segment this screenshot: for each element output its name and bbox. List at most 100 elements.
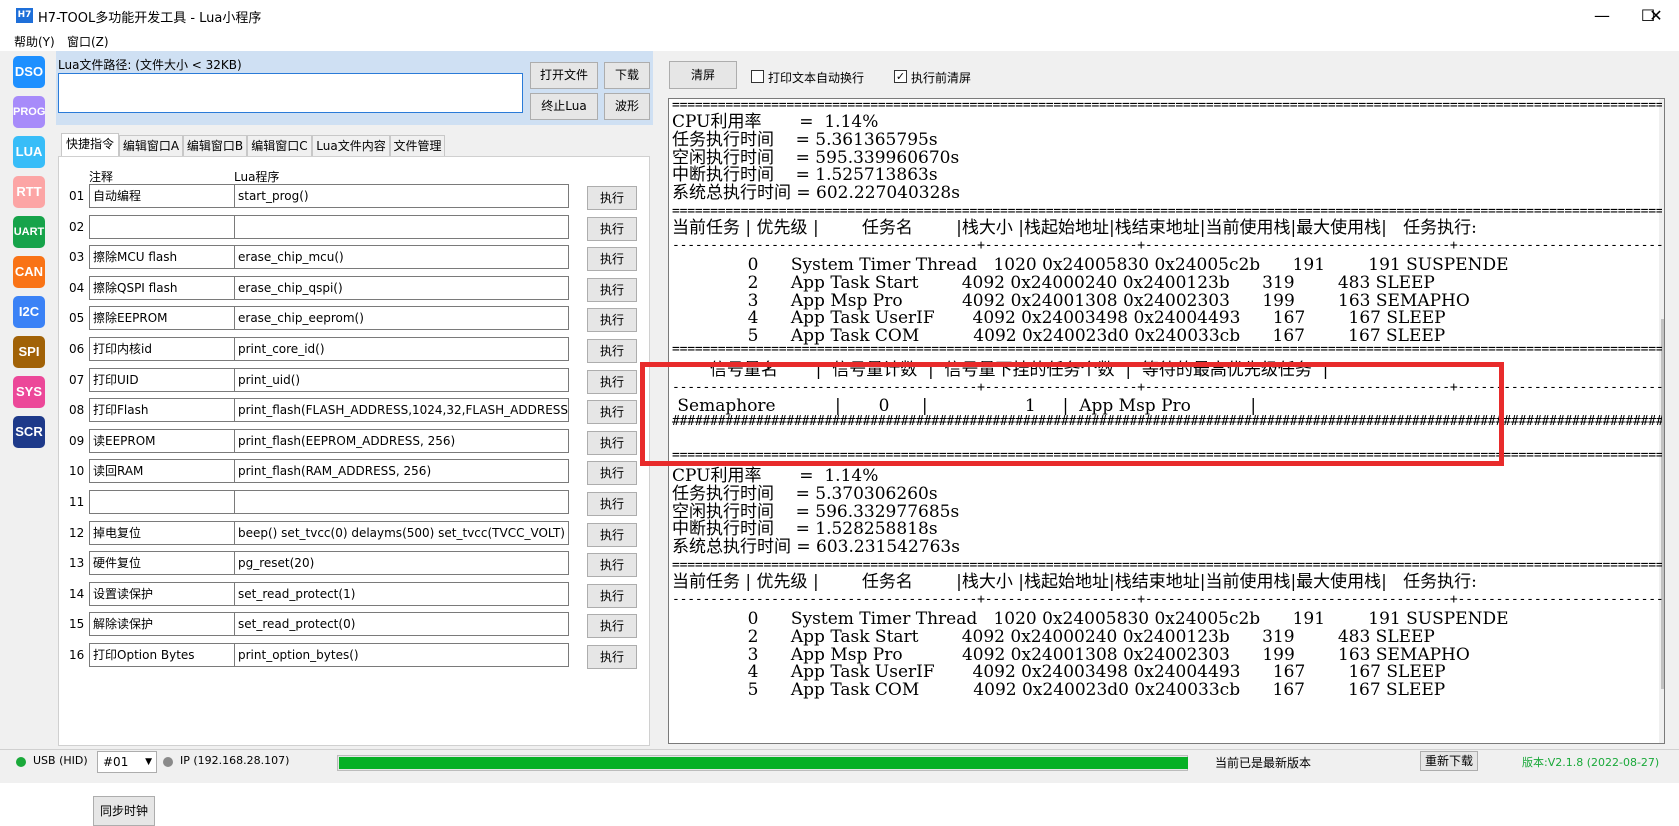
console-line: Semaphore | 0 | 1 | App Msp Pro | xyxy=(672,396,1257,416)
minimize-button[interactable]: — xyxy=(1579,0,1625,31)
command-note-field[interactable]: 解除读保护 xyxy=(89,612,239,637)
command-program-field[interactable]: print_option_bytes() xyxy=(234,643,569,667)
command-program-field[interactable]: print_flash(EEPROM_ADDRESS, 256) xyxy=(234,428,569,453)
command-program-field[interactable]: erase_chip_mcu() xyxy=(234,245,569,270)
command-note-field[interactable]: 自动编程 xyxy=(89,184,239,208)
execute-button[interactable]: 执行 xyxy=(587,339,637,363)
command-note-field[interactable]: 打印Option Bytes xyxy=(89,643,239,667)
command-program-field[interactable]: beep() set_tvcc(0) delayms(500) set_tvcc… xyxy=(234,520,569,545)
sidebar-scr-button[interactable]: SCR xyxy=(13,416,45,448)
console-line: 2 App Task Start 4092 0x24000240 0x24001… xyxy=(672,626,1435,647)
console-separator: ########################################… xyxy=(672,415,1662,428)
stop-lua-button[interactable]: 终止Lua xyxy=(530,93,598,120)
clear-screen-button[interactable]: 清屏 xyxy=(669,61,737,89)
command-note-field[interactable]: 读EEPROM xyxy=(89,428,239,453)
execute-button[interactable]: 执行 xyxy=(587,369,637,394)
command-note-field[interactable]: 打印UID xyxy=(89,367,239,392)
command-program-field[interactable]: print_flash(FLASH_ADDRESS,1024,32,FLASH_… xyxy=(234,398,569,423)
execute-button[interactable]: 执行 xyxy=(587,277,637,302)
console-separator: ----------------------------------------… xyxy=(672,593,1662,606)
download-progress-bar xyxy=(337,755,1188,771)
command-number: 08 xyxy=(69,403,85,418)
download-button[interactable]: 下载 xyxy=(604,62,650,89)
command-number: 16 xyxy=(69,648,85,662)
execute-button[interactable]: 执行 xyxy=(587,400,637,425)
waveform-button[interactable]: 波形 xyxy=(604,93,650,120)
command-program-field[interactable]: print_uid() xyxy=(234,367,569,392)
execute-button[interactable]: 执行 xyxy=(587,216,637,241)
progress-fill xyxy=(339,757,1188,769)
command-program-field[interactable] xyxy=(234,214,569,239)
command-program-field[interactable]: print_core_id() xyxy=(234,337,569,361)
command-program-field[interactable]: print_flash(RAM_ADDRESS, 256) xyxy=(234,459,569,484)
sidebar-rtt-button[interactable]: RTT xyxy=(13,176,45,208)
execute-button[interactable]: 执行 xyxy=(587,247,637,272)
menu-bar: 帮助(Y) 窗口(Z) xyxy=(0,31,1679,51)
open-file-button[interactable]: 打开文件 xyxy=(530,62,598,89)
console-output[interactable]: ========================================… xyxy=(668,98,1665,744)
redownload-button[interactable]: 重新下载 xyxy=(1420,751,1478,771)
command-note-field[interactable]: 擦除QSPI flash xyxy=(89,275,239,300)
title-bar: H7 H7-TOOL多功能开发工具 - Lua小程序 — ☐ ✕ xyxy=(0,0,1679,31)
command-program-field[interactable]: pg_reset(20) xyxy=(234,551,569,576)
execute-button[interactable]: 执行 xyxy=(587,308,637,333)
sidebar-can-button[interactable]: CAN xyxy=(13,256,45,288)
tab-editor-b[interactable]: 编辑窗口B xyxy=(183,135,247,157)
sidebar-i2c-button[interactable]: I2C xyxy=(13,296,45,328)
command-program-field[interactable]: erase_chip_eeprom() xyxy=(234,306,569,331)
command-program-field[interactable]: start_prog() xyxy=(234,184,569,208)
command-note-field[interactable]: 掉电复位 xyxy=(89,520,239,545)
execute-button[interactable]: 执行 xyxy=(587,492,637,516)
command-program-field[interactable]: set_read_protect(1) xyxy=(234,581,569,606)
command-program-field[interactable]: erase_chip_qspi() xyxy=(234,275,569,300)
command-number: 11 xyxy=(69,495,85,509)
execute-button[interactable]: 执行 xyxy=(587,553,637,578)
execute-button[interactable]: 执行 xyxy=(587,430,637,455)
console-line: 当前任务 | 优先级 | 任务名 |栈大小 |栈起始地址|栈结束地址|当前使用栈… xyxy=(672,218,1477,238)
execute-button[interactable]: 执行 xyxy=(587,461,637,486)
usb-status: USB (HID) xyxy=(33,754,88,767)
command-note-field[interactable]: 擦除MCU flash xyxy=(89,245,239,270)
command-program-field[interactable]: set_read_protect(0) xyxy=(234,612,569,637)
sync-clock-button[interactable]: 同步时钟 xyxy=(93,796,155,826)
sidebar-lua-button[interactable]: LUA xyxy=(13,136,45,168)
command-program-field[interactable] xyxy=(234,490,569,514)
execute-button[interactable]: 执行 xyxy=(587,186,637,210)
device-select[interactable]: #01 ▼ xyxy=(97,751,157,773)
command-note-field[interactable] xyxy=(89,490,239,514)
command-note-field[interactable]: 打印内核id xyxy=(89,337,239,361)
clear-before-checkbox[interactable]: ✓ xyxy=(894,70,907,83)
auto-wrap-checkbox[interactable] xyxy=(751,70,764,83)
sidebar-sys-button[interactable]: SYS xyxy=(13,376,45,408)
lua-path-label: Lua文件路径: (文件大小 < 32KB) xyxy=(58,58,242,72)
close-button[interactable]: ✕ xyxy=(1633,0,1679,31)
console-line: 信号量名 | 信号量计数 | 信号量下挂的任务个数 | 等待的最高优先级任务 | xyxy=(672,360,1329,380)
command-note-field[interactable]: 设置读保护 xyxy=(89,581,239,606)
command-note-field[interactable]: 打印Flash xyxy=(89,398,239,423)
sidebar-uart-button[interactable]: UART xyxy=(13,216,45,248)
lua-path-input[interactable] xyxy=(58,73,523,113)
execute-button[interactable]: 执行 xyxy=(587,614,637,639)
menu-window[interactable]: 窗口(Z) xyxy=(67,33,109,50)
execute-button[interactable]: 执行 xyxy=(587,522,637,547)
execute-button[interactable]: 执行 xyxy=(587,645,637,669)
app-window: H7 H7-TOOL多功能开发工具 - Lua小程序 — ☐ ✕ 帮助(Y) 窗… xyxy=(0,0,1679,826)
tab-editor-a[interactable]: 编辑窗口A xyxy=(119,135,183,157)
console-line: 任务执行时间 = 5.361365795s xyxy=(672,129,938,150)
tab-editor-c[interactable]: 编辑窗口C xyxy=(247,135,312,157)
tab-lua-file-content[interactable]: Lua文件内容 xyxy=(312,135,390,157)
tab-file-manager[interactable]: 文件管理 xyxy=(390,135,445,157)
scrollbar-thumb[interactable] xyxy=(1661,319,1664,689)
command-note-field[interactable] xyxy=(89,214,239,239)
sidebar-spi-button[interactable]: SPI xyxy=(13,336,45,368)
command-number: 12 xyxy=(69,525,85,540)
sidebar-dso-button[interactable]: DSO xyxy=(13,56,45,88)
command-note-field[interactable]: 硬件复位 xyxy=(89,551,239,576)
sidebar-prog-button[interactable]: PROG xyxy=(13,96,45,128)
command-note-field[interactable]: 擦除EEPROM xyxy=(89,306,239,331)
lua-panel: Lua文件路径: (文件大小 < 32KB) 打开文件 下载 终止Lua 波形 … xyxy=(56,51,653,826)
command-note-field[interactable]: 读回RAM xyxy=(89,459,239,484)
menu-help[interactable]: 帮助(Y) xyxy=(14,33,55,50)
tab-quick-commands[interactable]: 快捷指令 xyxy=(61,133,119,157)
execute-button[interactable]: 执行 xyxy=(587,583,637,608)
